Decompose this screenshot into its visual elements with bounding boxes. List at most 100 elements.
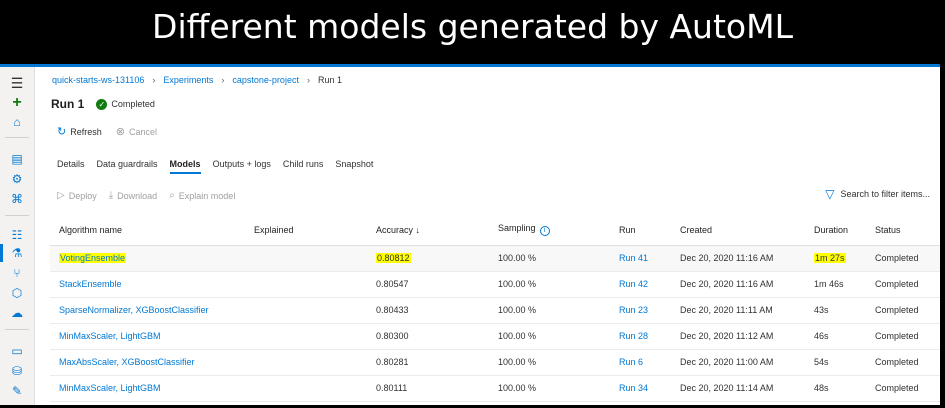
tab-details[interactable]: Details <box>57 159 85 174</box>
sampling-cell: 100.00 % <box>498 279 537 289</box>
tab-data-guardrails[interactable]: Data guardrails <box>97 159 158 174</box>
left-nav-rail: ☰ + ⌂ ▤ ⚙ ⌘ ☷ ⚗ ⑂ ⬡ ☁ ▭ ⛁ ✎ <box>0 67 35 408</box>
created-cell: Dec 20, 2020 11:16 AM <box>671 271 805 298</box>
column-header-status[interactable]: Status <box>866 215 940 246</box>
deploy-icon: ▷ <box>57 190 65 201</box>
duration-cell: 1m 27s <box>805 245 866 272</box>
created-cell: Dec 20, 2020 11:00 AM <box>680 357 774 367</box>
refresh-button[interactable]: ↻ Refresh <box>57 125 102 138</box>
table-row[interactable]: StackEnsemble 0.80547 100.00 % Run 42 Dec 20… <box>50 271 940 298</box>
column-header-created[interactable]: Created <box>671 215 805 246</box>
sampling-cell: 100.00 % <box>498 305 537 315</box>
sampling-cell: 100.00 % <box>498 331 537 341</box>
status-cell: Completed <box>866 297 940 324</box>
home-icon[interactable]: ⌂ <box>7 114 27 130</box>
models-icon[interactable]: ⬡ <box>7 285 27 301</box>
algorithm-name-cell: MinMaxScaler, LightGBM <box>50 323 245 350</box>
endpoints-icon[interactable]: ☁ <box>7 305 27 321</box>
algorithm-name-cell: StackEnsemble <box>50 271 245 298</box>
breadcrumb-workspace[interactable]: quick-starts-ws-131106 <box>52 75 144 85</box>
table-row[interactable]: VotingEnsemble 0.80812 100.00 % Run 41 Dec 2… <box>50 245 940 272</box>
created-cell: Dec 20, 2020 11:11 AM <box>671 297 805 324</box>
column-header-algorithm[interactable]: Algorithm name <box>50 215 245 246</box>
algorithm-name-link[interactable]: SparseNormalizer, XGBoostClassifier <box>59 305 209 315</box>
table-row[interactable]: MinMaxScaler, LightGBM 0.80300 100.00 % Run… <box>50 323 940 350</box>
column-header-sampling[interactable]: Sampling i <box>489 215 610 246</box>
status-cell: Completed <box>875 331 919 341</box>
explained-cell <box>245 297 367 324</box>
accuracy-cell: 0.80111 <box>367 375 489 402</box>
table-row[interactable]: MinMaxScaler, LightGBM 0.80111 100.00 % Run… <box>50 375 940 402</box>
run-cell: Run 28 <box>610 323 671 350</box>
datasets-icon[interactable]: ☷ <box>7 227 27 243</box>
download-label: Download <box>117 190 158 201</box>
algorithm-name-link[interactable]: VotingEnsemble <box>59 253 127 263</box>
run-link[interactable]: Run 28 <box>619 331 648 341</box>
pipelines-icon[interactable]: ⑂ <box>7 265 27 281</box>
run-link[interactable]: Run 34 <box>619 383 648 393</box>
tab-snapshot[interactable]: Snapshot <box>335 159 373 174</box>
column-header-run[interactable]: Run <box>610 215 671 246</box>
cancel-label: Cancel <box>128 126 157 137</box>
cancel-icon: ⊗ <box>115 126 125 138</box>
datastores-icon[interactable]: ⛁ <box>7 363 27 379</box>
download-button[interactable]: ⤓ Download <box>109 190 157 201</box>
run-link[interactable]: Run 6 <box>619 357 643 367</box>
automl-icon[interactable]: ⚙ <box>7 171 27 187</box>
notebook-icon[interactable]: ▤ <box>7 151 27 167</box>
accuracy-cell: 0.80433 <box>367 297 489 324</box>
tab-outputs-logs[interactable]: Outputs + logs <box>213 159 271 174</box>
sampling-cell: 100.00 % <box>489 297 610 324</box>
explain-model-button[interactable]: ⌕ Explain model <box>169 190 235 201</box>
table-header-row: Algorithm name Explained Accuracy ↓ Samp… <box>50 215 940 246</box>
column-header-duration[interactable]: Duration <box>805 215 866 246</box>
run-link[interactable]: Run 41 <box>619 253 648 263</box>
algorithm-name-link[interactable]: MinMaxScaler, LightGBM <box>59 331 161 341</box>
created-cell: Dec 20, 2020 11:12 AM <box>680 331 774 341</box>
algorithm-name-cell: VotingEnsemble <box>50 245 245 272</box>
table-row[interactable]: MaxAbsScaler, XGBoostClassifier 0.80281 10… <box>50 349 940 376</box>
duration-cell: 46s <box>805 323 866 350</box>
filter-search[interactable]: ▽ Search to filter items... <box>825 187 930 201</box>
algorithm-name-link[interactable]: MinMaxScaler, LightGBM <box>59 383 161 393</box>
run-link[interactable]: Run 23 <box>619 305 648 315</box>
status-cell: Completed <box>875 305 919 315</box>
duration-cell: 1m 46s <box>814 279 844 289</box>
tab-child-runs[interactable]: Child runs <box>283 159 324 174</box>
column-header-explained[interactable]: Explained <box>245 215 367 246</box>
algorithm-name-link[interactable]: MaxAbsScaler, XGBoostClassifier <box>59 357 195 367</box>
tab-models[interactable]: Models <box>169 159 201 174</box>
cancel-button[interactable]: ⊗ Cancel <box>116 125 157 138</box>
compute-icon[interactable]: ▭ <box>7 343 27 359</box>
accuracy-cell: 0.80300 <box>376 331 409 341</box>
duration-cell: 43s <box>805 297 866 324</box>
algorithm-name-link[interactable]: StackEnsemble <box>59 279 122 289</box>
active-nav-indicator <box>0 244 3 262</box>
duration-cell: 54s <box>805 349 866 376</box>
table-row[interactable]: SparseNormalizer, XGBoostClassifier 0.804… <box>50 297 940 324</box>
deploy-button[interactable]: ▷ Deploy <box>57 190 97 201</box>
run-link[interactable]: Run 42 <box>619 279 648 289</box>
frame-right-edge <box>940 64 945 408</box>
breadcrumb-experiments[interactable]: Experiments <box>163 75 213 85</box>
filter-placeholder[interactable]: Search to filter items... <box>840 189 930 199</box>
experiments-icon[interactable]: ⚗ <box>7 245 27 261</box>
created-cell: Dec 20, 2020 11:16 AM <box>671 245 805 272</box>
plus-icon[interactable]: + <box>7 95 27 111</box>
deploy-label: Deploy <box>68 190 97 201</box>
explained-cell <box>245 245 367 272</box>
info-icon[interactable]: i <box>539 226 550 237</box>
labeling-icon[interactable]: ✎ <box>7 383 27 399</box>
check-circle-icon: ✓ <box>96 98 108 110</box>
explain-label: Explain model <box>178 190 236 201</box>
breadcrumb-current: Run 1 <box>317 75 342 85</box>
explained-cell <box>245 271 367 298</box>
sampling-cell: 100.00 % <box>489 245 610 272</box>
designer-icon[interactable]: ⌘ <box>7 191 27 207</box>
column-header-accuracy[interactable]: Accuracy ↓ <box>367 215 489 246</box>
created-cell: Dec 20, 2020 11:00 AM <box>671 349 805 376</box>
chevron-right-icon: › <box>152 75 156 85</box>
breadcrumb-experiment[interactable]: capstone-project <box>232 75 299 85</box>
duration-cell: 48s <box>805 375 866 402</box>
hamburger-menu-icon[interactable]: ☰ <box>7 75 27 91</box>
